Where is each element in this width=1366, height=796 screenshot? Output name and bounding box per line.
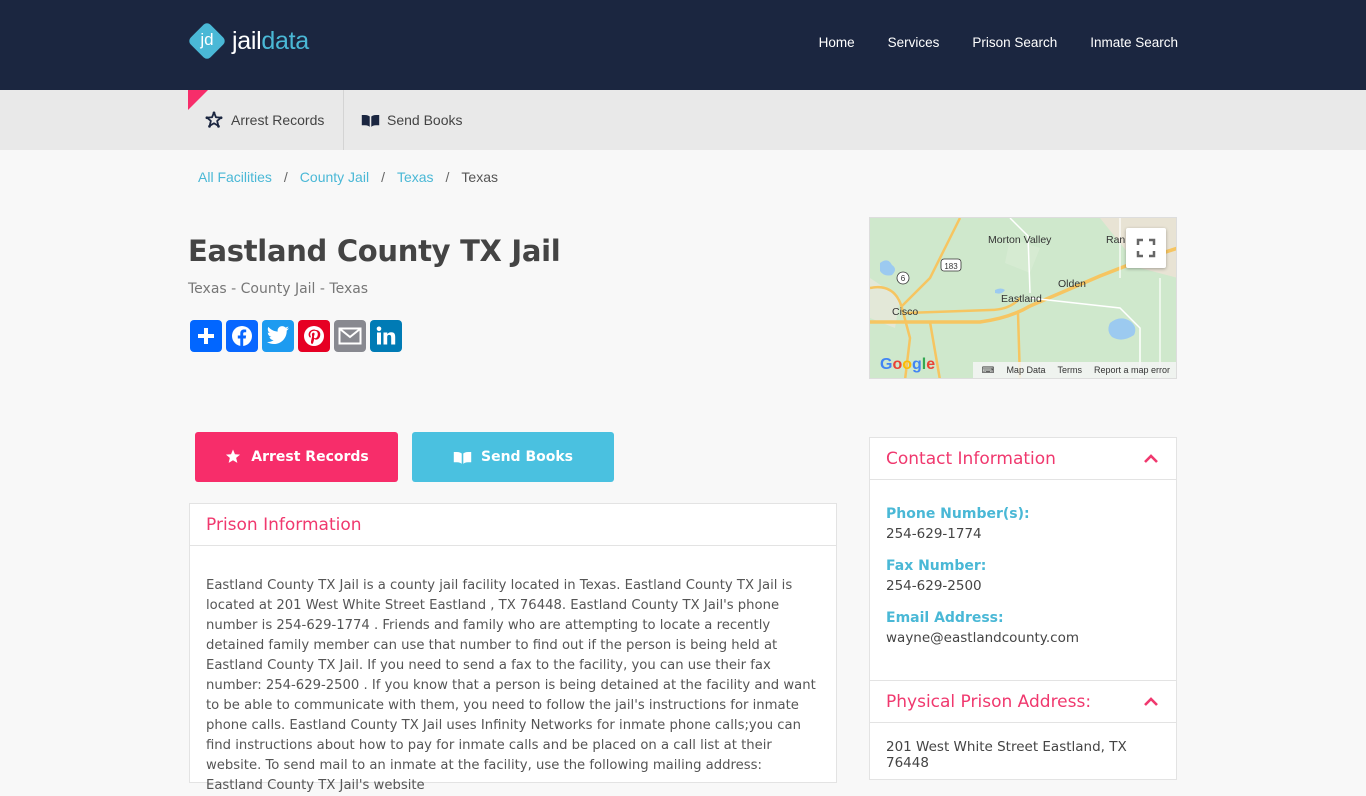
book-icon bbox=[453, 450, 472, 465]
twitter-icon bbox=[267, 326, 289, 344]
prison-information-heading: Prison Information bbox=[190, 504, 836, 546]
map-terms-link[interactable]: Terms bbox=[1057, 365, 1082, 375]
phone-label: Phone Number(s): bbox=[886, 506, 1030, 522]
share-button[interactable] bbox=[190, 320, 222, 352]
prison-information-text: Eastland County TX Jail is a county jail… bbox=[206, 578, 816, 793]
twitter-share-button[interactable] bbox=[262, 320, 294, 352]
arrest-records-button[interactable]: Arrest Records bbox=[195, 432, 398, 482]
facebook-icon bbox=[232, 326, 252, 346]
breadcrumb-separator: / bbox=[283, 169, 288, 185]
nav-prison-search[interactable]: Prison Search bbox=[972, 35, 1057, 50]
email-share-button[interactable] bbox=[334, 320, 366, 352]
subnav-arrest-records[interactable]: Arrest Records bbox=[204, 90, 324, 150]
linkedin-icon bbox=[376, 326, 396, 345]
facebook-share-button[interactable] bbox=[226, 320, 258, 352]
breadcrumb-separator: / bbox=[381, 169, 385, 185]
nav-home[interactable]: Home bbox=[819, 35, 855, 50]
map-shield-6: 6 bbox=[901, 274, 906, 283]
send-books-button-label: Send Books bbox=[481, 449, 573, 465]
contact-information-heading: Contact Information bbox=[886, 448, 1056, 469]
keyboard-icon[interactable]: ⌨ bbox=[981, 365, 994, 376]
main-nav: Home Services Prison Search Inmate Searc… bbox=[819, 35, 1178, 50]
map-label: Morton Valley bbox=[988, 234, 1052, 246]
location-map[interactable]: 183 6 Morton Valley Ran Olden Eastland C… bbox=[869, 217, 1177, 379]
page-title: Eastland County TX Jail bbox=[188, 234, 561, 268]
email-value: wayne@eastlandcounty.com bbox=[886, 630, 1079, 646]
breadcrumb-county-jail[interactable]: County Jail bbox=[300, 169, 369, 185]
subnav-divider bbox=[343, 90, 344, 150]
map-fullscreen-button[interactable] bbox=[1126, 228, 1166, 268]
map-label: Olden bbox=[1058, 278, 1087, 290]
fax-value: 254-629-2500 bbox=[886, 578, 982, 594]
map-attribution: ⌨ Map Data Terms Report a map error bbox=[973, 362, 1176, 378]
send-books-button[interactable]: Send Books bbox=[412, 432, 614, 482]
chevron-up-icon[interactable] bbox=[1142, 693, 1160, 716]
plus-icon bbox=[198, 328, 214, 344]
map-label: Cisco bbox=[892, 306, 919, 318]
breadcrumb-texas[interactable]: Texas bbox=[397, 169, 434, 185]
nav-inmate-search[interactable]: Inmate Search bbox=[1090, 35, 1178, 50]
pinterest-icon bbox=[304, 326, 324, 346]
sheriff-star-icon bbox=[204, 110, 224, 130]
logo[interactable]: jd jaildata bbox=[187, 21, 309, 61]
arrest-records-button-label: Arrest Records bbox=[251, 449, 369, 465]
subnav-send-books-label: Send Books bbox=[387, 112, 463, 128]
contact-information-panel: Contact Information Phone Number(s): 254… bbox=[869, 437, 1177, 682]
site-header: jd jaildata Home Services Prison Search … bbox=[0, 0, 1366, 90]
fax-label: Fax Number: bbox=[886, 558, 987, 574]
logo-mark-icon: jd bbox=[187, 21, 227, 61]
physical-address-value: 201 West White Street Eastland, TX 76448 bbox=[886, 739, 1127, 771]
book-icon bbox=[360, 110, 380, 130]
breadcrumb-all-facilities[interactable]: All Facilities bbox=[198, 169, 272, 185]
subnav-send-books[interactable]: Send Books bbox=[360, 90, 463, 150]
map-data-link[interactable]: Map Data bbox=[1006, 365, 1045, 375]
linkedin-share-button[interactable] bbox=[370, 320, 402, 352]
envelope-icon bbox=[338, 327, 362, 345]
physical-address-panel: Physical Prison Address: 201 West White … bbox=[869, 680, 1177, 780]
breadcrumb-current: Texas bbox=[461, 169, 498, 185]
page-subtitle: Texas - County Jail - Texas bbox=[188, 281, 369, 297]
pinterest-share-button[interactable] bbox=[298, 320, 330, 352]
breadcrumb-separator: / bbox=[445, 169, 450, 185]
nav-services[interactable]: Services bbox=[888, 35, 940, 50]
phone-value: 254-629-1774 bbox=[886, 526, 982, 542]
logo-text: jaildata bbox=[232, 26, 309, 55]
star-icon bbox=[224, 448, 242, 466]
physical-address-header[interactable]: Physical Prison Address: bbox=[870, 681, 1176, 723]
physical-address-heading: Physical Prison Address: bbox=[886, 691, 1092, 712]
share-buttons bbox=[190, 320, 402, 352]
prison-information-panel: Prison Information Eastland County TX Ja… bbox=[189, 503, 837, 793]
map-report-error-link[interactable]: Report a map error bbox=[1094, 365, 1170, 375]
fullscreen-icon bbox=[1136, 238, 1156, 258]
map-label: Ran bbox=[1106, 234, 1126, 246]
chevron-up-icon[interactable] bbox=[1142, 450, 1160, 473]
map-label: Eastland bbox=[1001, 293, 1042, 305]
map-shield-183: 183 bbox=[944, 262, 958, 271]
contact-information-header[interactable]: Contact Information bbox=[870, 438, 1176, 480]
sub-nav: Arrest Records Send Books bbox=[0, 90, 1366, 150]
email-label: Email Address: bbox=[886, 610, 1004, 626]
breadcrumb: All Facilities / County Jail / Texas / T… bbox=[198, 169, 498, 185]
subnav-arrest-records-label: Arrest Records bbox=[231, 112, 325, 128]
google-logo: Google bbox=[880, 356, 936, 373]
